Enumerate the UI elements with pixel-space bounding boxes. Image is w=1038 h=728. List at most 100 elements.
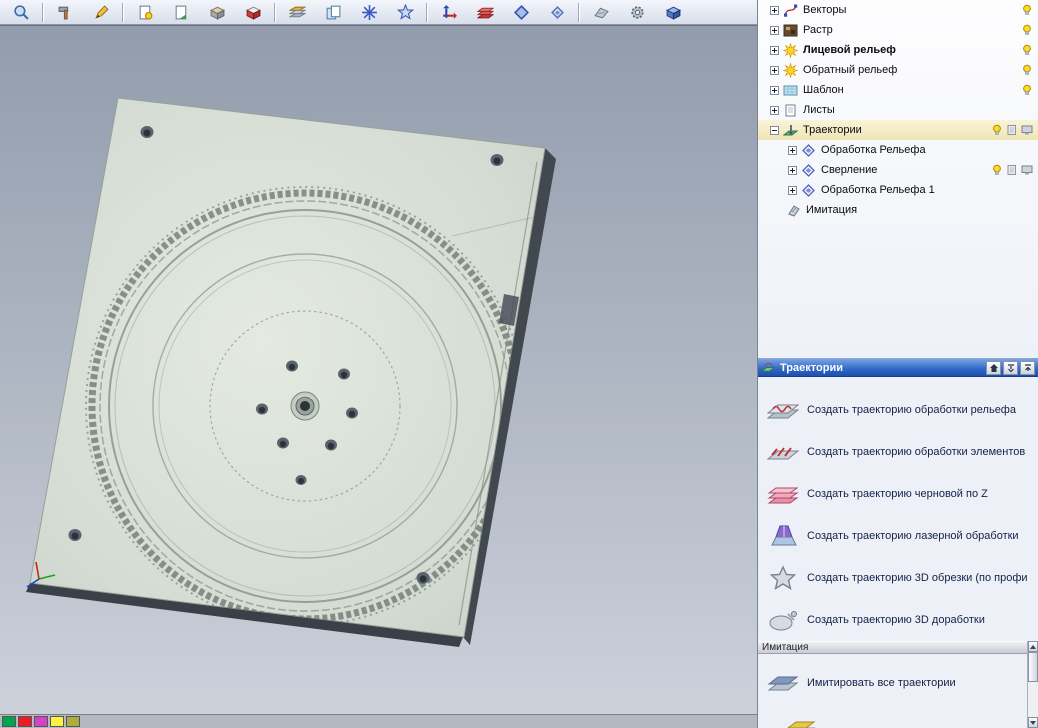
block-tool-button[interactable] bbox=[199, 1, 235, 24]
scroll-up-button[interactable] bbox=[1028, 641, 1038, 652]
visibility-bulb-icon[interactable] bbox=[1021, 84, 1033, 96]
visibility-bulb-icon[interactable] bbox=[991, 124, 1003, 136]
tree-item-vectors[interactable]: Векторы bbox=[758, 0, 1038, 20]
raster-icon bbox=[783, 23, 798, 38]
relief-layers-icon bbox=[476, 7, 494, 18]
cmd-label: Создать траекторию обработки элементов bbox=[807, 446, 1026, 458]
diamond-outline-button[interactable] bbox=[539, 1, 575, 24]
scrollbar-thumb[interactable] bbox=[1028, 652, 1038, 682]
toolpath-sheet-icon[interactable] bbox=[1006, 124, 1018, 136]
3d-viewport[interactable] bbox=[0, 25, 757, 714]
settings-button[interactable] bbox=[619, 1, 655, 24]
hammer-tool-button[interactable] bbox=[47, 1, 83, 24]
cmd-create-3d-cutout-toolpath[interactable]: Создать траекторию 3D обрезки (по профи bbox=[766, 557, 1038, 599]
cmd-partial-next[interactable] bbox=[784, 704, 1027, 728]
visibility-bulb-icon[interactable] bbox=[1021, 44, 1033, 56]
color-palette-strip bbox=[0, 714, 757, 728]
tree-item-raster[interactable]: Растр bbox=[758, 20, 1038, 40]
expand-plus-icon[interactable] bbox=[770, 25, 779, 35]
zoom-tool-button[interactable] bbox=[3, 1, 39, 24]
tree-item-label: Обработка Рельефа 1 bbox=[821, 184, 935, 196]
toolpath-machine-icon[interactable] bbox=[1021, 124, 1033, 136]
expand-plus-icon[interactable] bbox=[770, 5, 779, 15]
scroll-down-icon bbox=[1030, 720, 1036, 725]
cmd-create-3d-rework-toolpath[interactable]: Создать траекторию 3D доработки bbox=[766, 599, 1038, 641]
diamond-outline-icon bbox=[550, 5, 564, 19]
diamond-tool-button[interactable] bbox=[503, 1, 539, 24]
cmd-create-zroughing-toolpath[interactable]: Создать траекторию черновой по Z bbox=[766, 473, 1038, 515]
cmd-label: Создать траекторию черновой по Z bbox=[807, 488, 988, 500]
tree-item-label: Векторы bbox=[803, 4, 847, 16]
tree-item-sheets[interactable]: Листы bbox=[758, 100, 1038, 120]
expand-plus-icon[interactable] bbox=[788, 145, 797, 155]
tree-item-simulation[interactable]: Имитация bbox=[758, 200, 1038, 220]
expand-plus-icon[interactable] bbox=[788, 185, 797, 195]
tree-item-template[interactable]: Шаблон bbox=[758, 80, 1038, 100]
view-3d-button[interactable] bbox=[655, 1, 691, 24]
project-tree: Векторы Растр Лицевой рельеф Обратный ре… bbox=[758, 0, 1038, 358]
main-toolbar bbox=[0, 0, 757, 25]
plane-tool-button[interactable] bbox=[583, 1, 619, 24]
panel-collapse-button[interactable] bbox=[1003, 360, 1018, 375]
cmd-create-laser-toolpath[interactable]: Создать траекторию лазерной обработки bbox=[766, 515, 1038, 557]
palette-swatch[interactable] bbox=[66, 716, 80, 727]
section-title: Имитация bbox=[762, 642, 809, 653]
panel-home-button[interactable] bbox=[986, 360, 1001, 375]
arrow-up-icon bbox=[1024, 363, 1031, 371]
palette-swatch[interactable] bbox=[34, 716, 48, 727]
visibility-bulb-icon[interactable] bbox=[1021, 4, 1033, 16]
palette-swatch[interactable] bbox=[50, 716, 64, 727]
cmd-create-relief-toolpath[interactable]: Создать траекторию обработки рельефа bbox=[766, 389, 1038, 431]
home-icon bbox=[989, 363, 998, 372]
tree-item-back-relief[interactable]: Обратный рельеф bbox=[758, 60, 1038, 80]
cmd-simulate-all-toolpaths[interactable]: Имитировать все траектории bbox=[766, 662, 1027, 704]
cmd-label: Создать траекторию лазерной обработки bbox=[807, 530, 1019, 542]
expand-minus-icon[interactable] bbox=[770, 125, 779, 135]
tree-item-relief-machining[interactable]: Обработка Рельефа bbox=[758, 140, 1038, 160]
transform-tool-button[interactable] bbox=[431, 1, 467, 24]
expand-plus-icon[interactable] bbox=[770, 105, 779, 115]
panel-scrollbar[interactable] bbox=[1027, 641, 1038, 728]
visibility-bulb-icon[interactable] bbox=[1021, 24, 1033, 36]
panel-rollup-button[interactable] bbox=[1020, 360, 1035, 375]
cmd-label: Создать траекторию 3D обрезки (по профи bbox=[807, 572, 1028, 584]
cmd-create-feature-toolpath[interactable]: Создать траекторию обработки элементов bbox=[766, 431, 1038, 473]
snowflake-tool-button[interactable] bbox=[351, 1, 387, 24]
zoom-icon bbox=[13, 4, 29, 20]
expand-plus-icon[interactable] bbox=[770, 85, 779, 95]
expand-plus-icon[interactable] bbox=[770, 45, 779, 55]
cube-3d-icon bbox=[665, 6, 681, 20]
expand-plus-icon[interactable] bbox=[770, 65, 779, 75]
tree-item-relief-machining-1[interactable]: Обработка Рельефа 1 bbox=[758, 180, 1038, 200]
scroll-up-icon bbox=[1030, 644, 1036, 649]
copy-tool-button[interactable] bbox=[315, 1, 351, 24]
expand-plus-icon[interactable] bbox=[788, 165, 797, 175]
scrollbar-track[interactable] bbox=[1028, 652, 1038, 717]
tree-item-toolpaths[interactable]: Траектории bbox=[758, 120, 1038, 140]
palette-swatch[interactable] bbox=[2, 716, 16, 727]
star-tool-button[interactable] bbox=[387, 1, 423, 24]
feature-machining-icon bbox=[766, 439, 802, 466]
new-model-button[interactable] bbox=[127, 1, 163, 24]
toolpath-machine-icon[interactable] bbox=[1021, 164, 1033, 176]
tree-item-front-relief[interactable]: Лицевой рельеф bbox=[758, 40, 1038, 60]
pencil-tool-button[interactable] bbox=[83, 1, 119, 24]
sheets-icon bbox=[783, 103, 798, 118]
visibility-bulb-icon[interactable] bbox=[1021, 64, 1033, 76]
material-tool-button[interactable] bbox=[235, 1, 271, 24]
cmd-label: Имитировать все траектории bbox=[807, 677, 956, 689]
simulate-all-icon bbox=[766, 670, 802, 697]
tree-item-label: Имитация bbox=[806, 204, 858, 216]
palette-swatch[interactable] bbox=[18, 716, 32, 727]
scroll-down-button[interactable] bbox=[1028, 717, 1038, 728]
visibility-bulb-icon[interactable] bbox=[991, 164, 1003, 176]
hammer-icon bbox=[58, 6, 68, 19]
toolpath-commands-list: Создать траекторию обработки рельефа Соз… bbox=[758, 377, 1038, 641]
tree-item-drilling[interactable]: Сверление bbox=[758, 160, 1038, 180]
toolpath-sheet-icon[interactable] bbox=[1006, 164, 1018, 176]
relief-layers-button[interactable] bbox=[467, 1, 503, 24]
layers-tool-button[interactable] bbox=[279, 1, 315, 24]
block-icon bbox=[209, 6, 225, 20]
open-model-button[interactable] bbox=[163, 1, 199, 24]
tree-item-label: Обработка Рельефа bbox=[821, 144, 926, 156]
